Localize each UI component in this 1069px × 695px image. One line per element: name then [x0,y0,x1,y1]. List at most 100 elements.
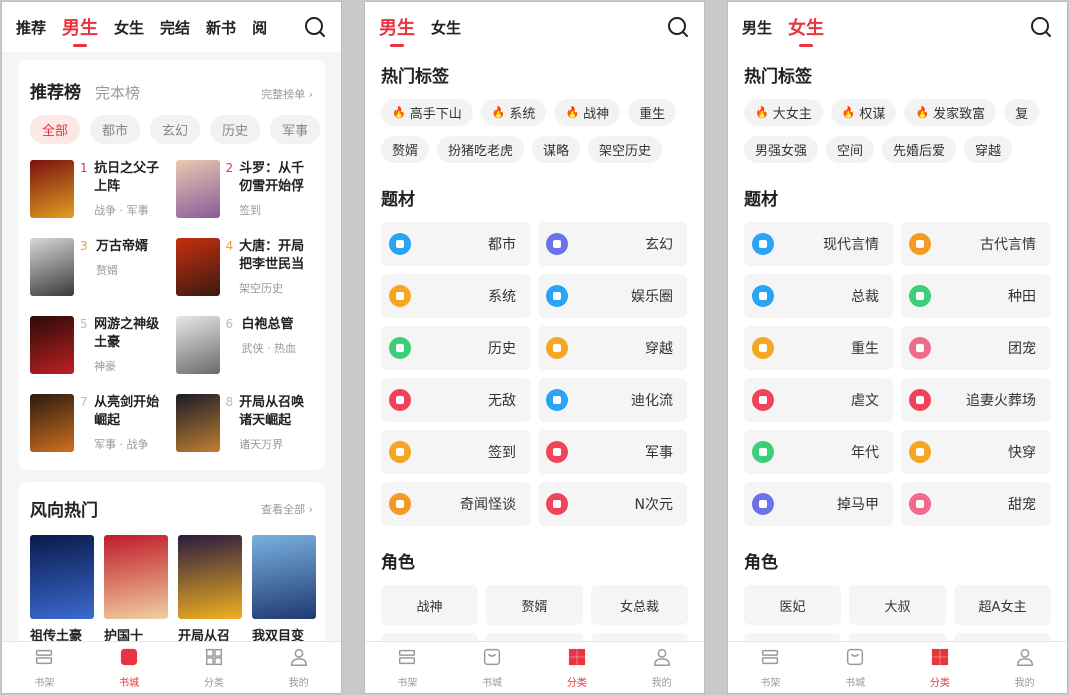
book-cover[interactable] [175,394,220,452]
genre-item[interactable]: 古代言情 [901,222,1050,266]
view-all-link[interactable]: 查看全部 › [261,501,313,517]
hot-tag[interactable]: 🔥 战神 [554,99,621,126]
nav-item-1[interactable]: 书城 [450,642,535,693]
genre-item[interactable]: 重生 [744,326,893,370]
rank-item[interactable]: 6 白袍总管 武侠 · 热血 [175,316,314,376]
tab-0[interactable]: 男生 [742,17,772,38]
genre-item[interactable]: 总裁 [744,274,893,318]
genre-item[interactable]: 迪化流 [538,378,687,422]
nav-item-1[interactable]: 书城 [87,642,172,693]
tab-0[interactable]: 男生 [379,14,415,47]
tab-1[interactable]: 男生 [62,14,98,47]
genre-item[interactable]: 掉马甲 [744,482,893,526]
nav-item-0[interactable]: 书架 [728,642,813,693]
role-item[interactable]: 皇叔 [849,633,946,641]
search-icon[interactable] [1029,15,1053,39]
book-cover[interactable] [175,316,220,374]
hot-tag[interactable]: 复 [1004,99,1040,126]
genre-item[interactable]: N次元 [538,482,687,526]
genre-item[interactable]: 团宠 [901,326,1050,370]
role-item[interactable]: 锦鲤 [954,633,1051,641]
nav-item-2[interactable]: 分类 [898,642,983,693]
rank-item[interactable]: 3 万古帝婿 赘婿 [30,238,168,298]
role-item[interactable]: 多女主 [591,633,688,641]
book-cover[interactable] [30,316,74,374]
book-cover[interactable] [178,535,242,619]
tab-3[interactable]: 完结 [160,17,190,38]
search-icon[interactable] [666,15,690,39]
hot-tag[interactable]: 谋略 [532,136,581,163]
book-cover[interactable] [30,160,74,218]
nav-item-2[interactable]: 分类 [535,642,620,693]
filter-chip[interactable]: 玄幻 [150,115,201,144]
tab-1[interactable]: 女生 [788,14,824,47]
tab-0[interactable]: 推荐 [16,17,46,38]
nav-item-1[interactable]: 书城 [813,642,898,693]
hot-tag[interactable]: 重生 [628,99,677,126]
hot-tag[interactable]: 架空历史 [588,136,663,163]
filter-chip[interactable]: 都市 [90,115,141,144]
wind-item[interactable]: 护国十 [104,535,168,644]
role-item[interactable]: 医妃 [744,585,841,625]
role-item[interactable]: 神医 [381,633,478,641]
hot-tag[interactable]: 🔥 发家致富 [904,99,997,126]
genre-item[interactable]: 无敌 [381,378,530,422]
genre-item[interactable]: 玄幻 [538,222,687,266]
role-item[interactable]: 女总裁 [591,585,688,625]
role-item[interactable]: 萌宝 [744,633,841,641]
tab-4[interactable]: 新书 [206,17,236,38]
nav-item-2[interactable]: 分类 [172,642,257,693]
book-cover[interactable] [30,535,94,619]
book-cover[interactable] [252,535,316,619]
hot-tag[interactable]: 🔥 高手下山 [381,99,473,126]
genre-item[interactable]: 现代言情 [744,222,893,266]
genre-item[interactable]: 甜宠 [901,482,1050,526]
genre-item[interactable]: 种田 [901,274,1050,318]
complete-rank-tab[interactable]: 完本榜 [95,82,140,103]
genre-item[interactable]: 娱乐圈 [538,274,687,318]
genre-item[interactable]: 签到 [381,430,530,474]
hot-tag[interactable]: 赘婿 [381,136,430,163]
nav-item-0[interactable]: 书架 [365,642,450,693]
rank-item[interactable]: 8 开局从召唤诸天崛起 诸天万界 [175,394,314,454]
role-item[interactable]: 赘婿 [486,585,583,625]
genre-item[interactable]: 系统 [381,274,530,318]
book-cover[interactable] [175,160,220,218]
hot-tag[interactable]: 🔥 大女主 [744,99,823,126]
hot-tag[interactable]: 🔥 系统 [480,99,547,126]
wind-item[interactable]: 开局从召 [178,535,242,644]
filter-chip[interactable]: 军事 [270,115,321,144]
filter-chip[interactable]: 全部 [30,115,81,144]
nav-item-3[interactable]: 我的 [619,642,704,693]
role-item[interactable]: 大叔 [849,585,946,625]
book-cover[interactable] [104,535,168,619]
tab-2[interactable]: 女生 [114,17,144,38]
genre-item[interactable]: 都市 [381,222,530,266]
book-cover[interactable] [175,238,220,296]
hot-tag[interactable]: 先婚后爱 [882,136,957,163]
hot-tag[interactable]: 男强女强 [744,136,819,163]
book-cover[interactable] [30,238,74,296]
genre-item[interactable]: 年代 [744,430,893,474]
nav-item-3[interactable]: 我的 [256,642,341,693]
rank-item[interactable]: 5 网游之神级土豪 神豪 [30,316,168,376]
rank-item[interactable]: 7 从亮剑开始崛起 军事 · 战争 [30,394,168,454]
rank-item[interactable]: 2 斗罗：从千仞雪开始俘 签到 [175,160,314,220]
book-cover[interactable] [30,394,74,452]
hot-tag[interactable]: 穿越 [964,136,1013,163]
role-item[interactable]: 战神 [381,585,478,625]
rank-title[interactable]: 推荐榜 [30,78,81,103]
hot-tag[interactable]: 扮猪吃老虎 [437,136,525,163]
rank-item[interactable]: 1 抗日之父子上阵 战争 · 军事 [30,160,168,220]
wind-item[interactable]: 我双目变 [252,535,316,644]
genre-item[interactable]: 奇闻怪谈 [381,482,530,526]
tab-1[interactable]: 女生 [431,17,461,38]
wind-item[interactable]: 祖传土豪 [30,535,94,644]
tab-5[interactable]: 阅 [252,17,267,38]
search-icon[interactable] [303,15,327,39]
genre-item[interactable]: 军事 [538,430,687,474]
role-item[interactable]: 奶爸 [486,633,583,641]
genre-item[interactable]: 穿越 [538,326,687,370]
filter-chip[interactable]: 历史 [210,115,261,144]
genre-item[interactable]: 追妻火葬场 [901,378,1050,422]
